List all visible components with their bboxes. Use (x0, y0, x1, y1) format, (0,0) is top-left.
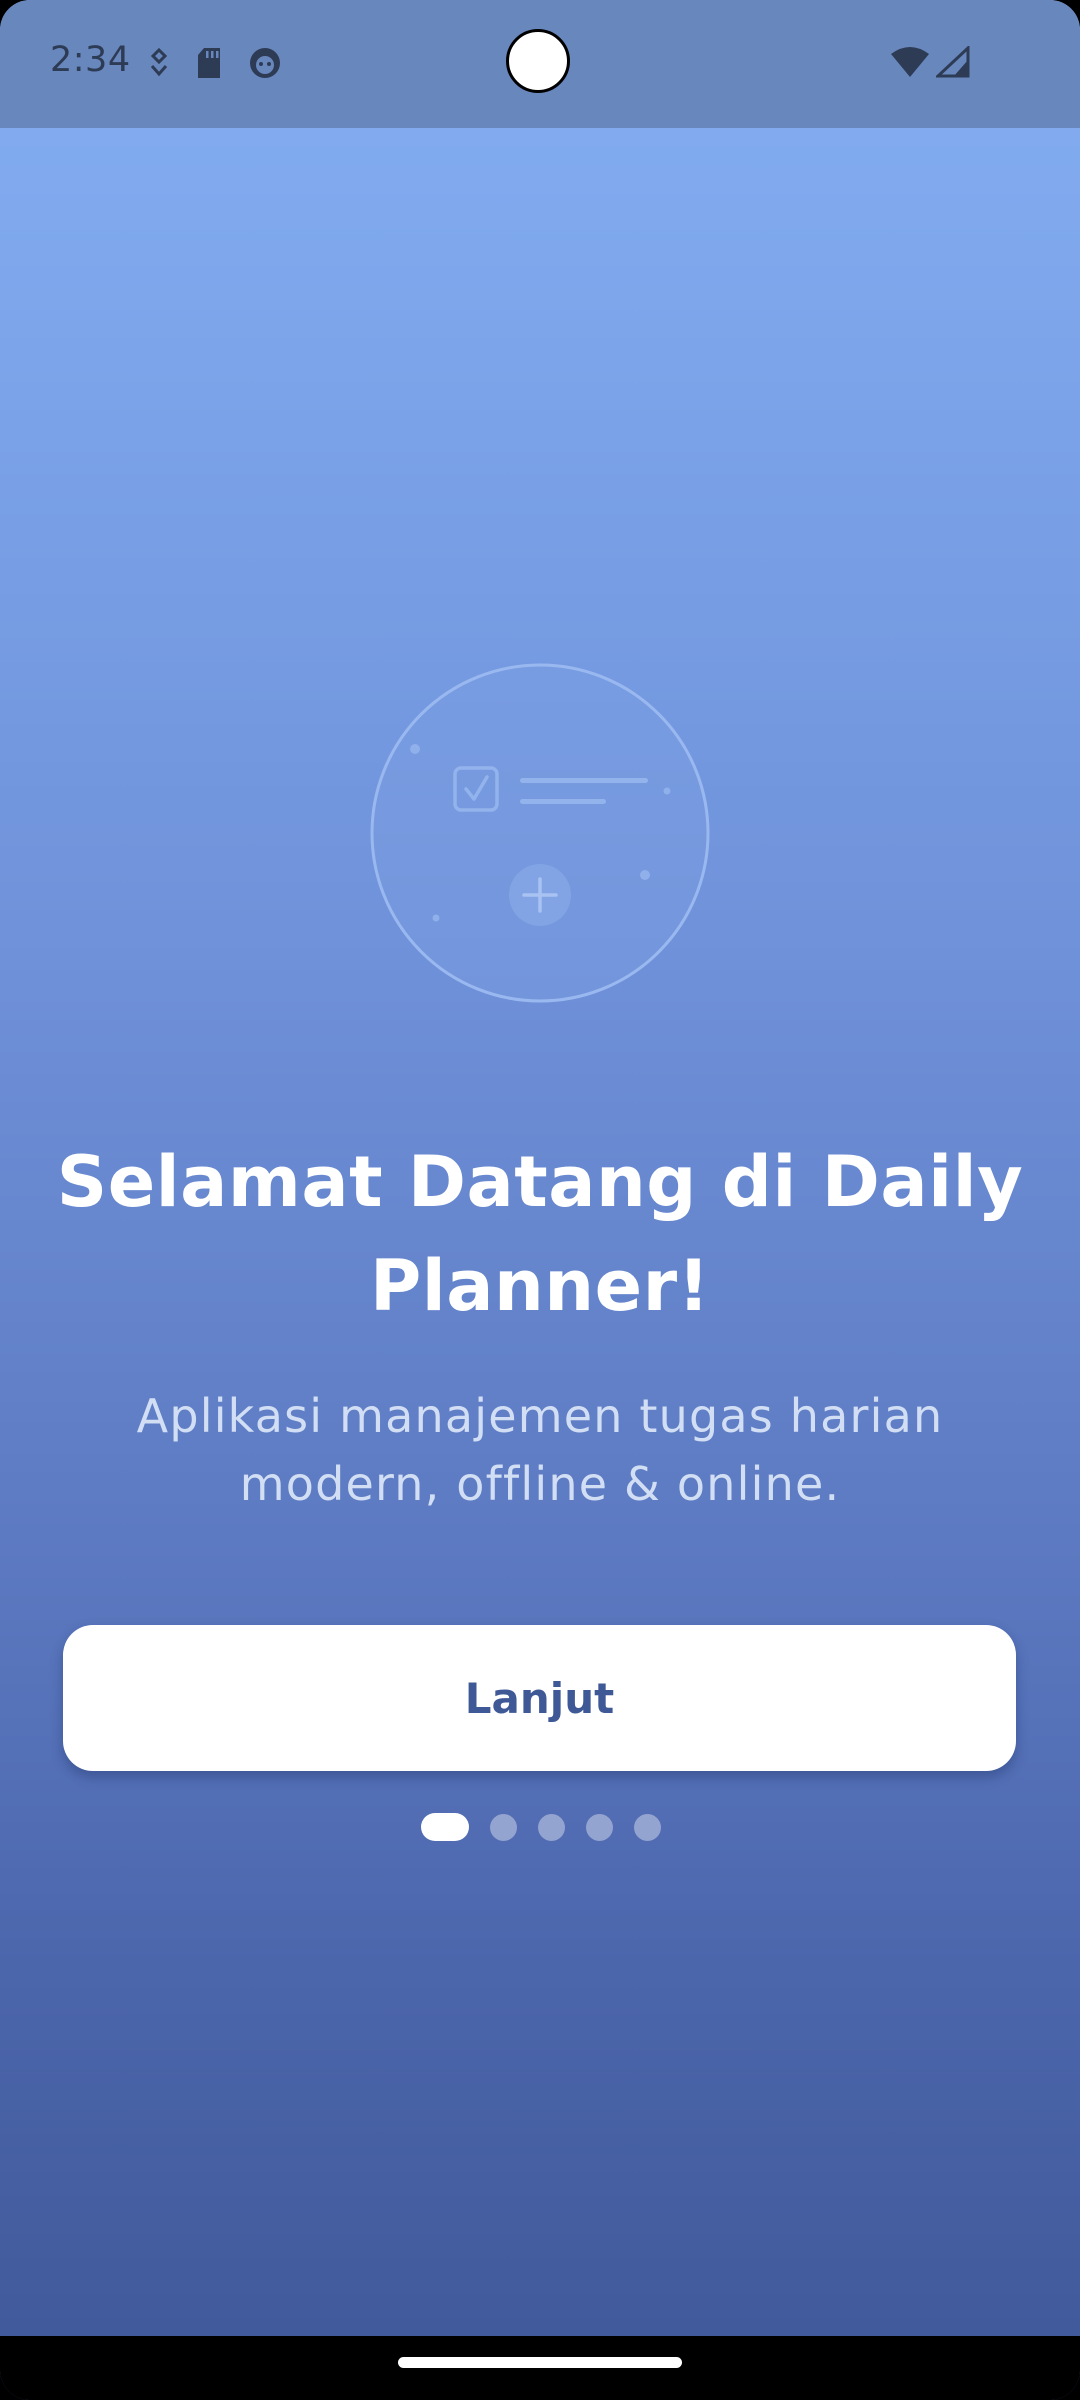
sd-card-icon (196, 47, 222, 79)
page-dot-4[interactable] (586, 1813, 613, 1841)
page-dot-3[interactable] (538, 1813, 565, 1841)
wifi-icon (890, 46, 930, 82)
status-time: 2:34 (50, 40, 131, 80)
face-icon (248, 46, 282, 80)
onboarding-screen: 2:34 Selamat Datang di Daily Planner! Ap… (0, 0, 1080, 2400)
status-bar: 2:34 (0, 0, 1080, 128)
page-dot-5[interactable] (634, 1813, 661, 1841)
page-dot-1[interactable] (421, 1813, 469, 1841)
home-gesture-handle[interactable] (398, 2357, 682, 2368)
status-icons-right (890, 44, 970, 82)
welcome-subtitle: Aplikasi manajemen tugas harian modern, … (136, 1389, 944, 1511)
front-camera (506, 29, 570, 93)
plus-icon (509, 864, 571, 926)
welcome-illustration (370, 663, 710, 1003)
navigation-bar (0, 2336, 1080, 2400)
page-indicator (421, 1813, 661, 1841)
page-dot-2[interactable] (490, 1813, 517, 1841)
status-icons-left (148, 46, 282, 80)
signal-icon (934, 44, 970, 82)
location-drop-icon (148, 48, 170, 78)
welcome-title: Selamat Datang di Daily Planner! (56, 1141, 1024, 1327)
next-button[interactable]: Lanjut (63, 1625, 1016, 1771)
